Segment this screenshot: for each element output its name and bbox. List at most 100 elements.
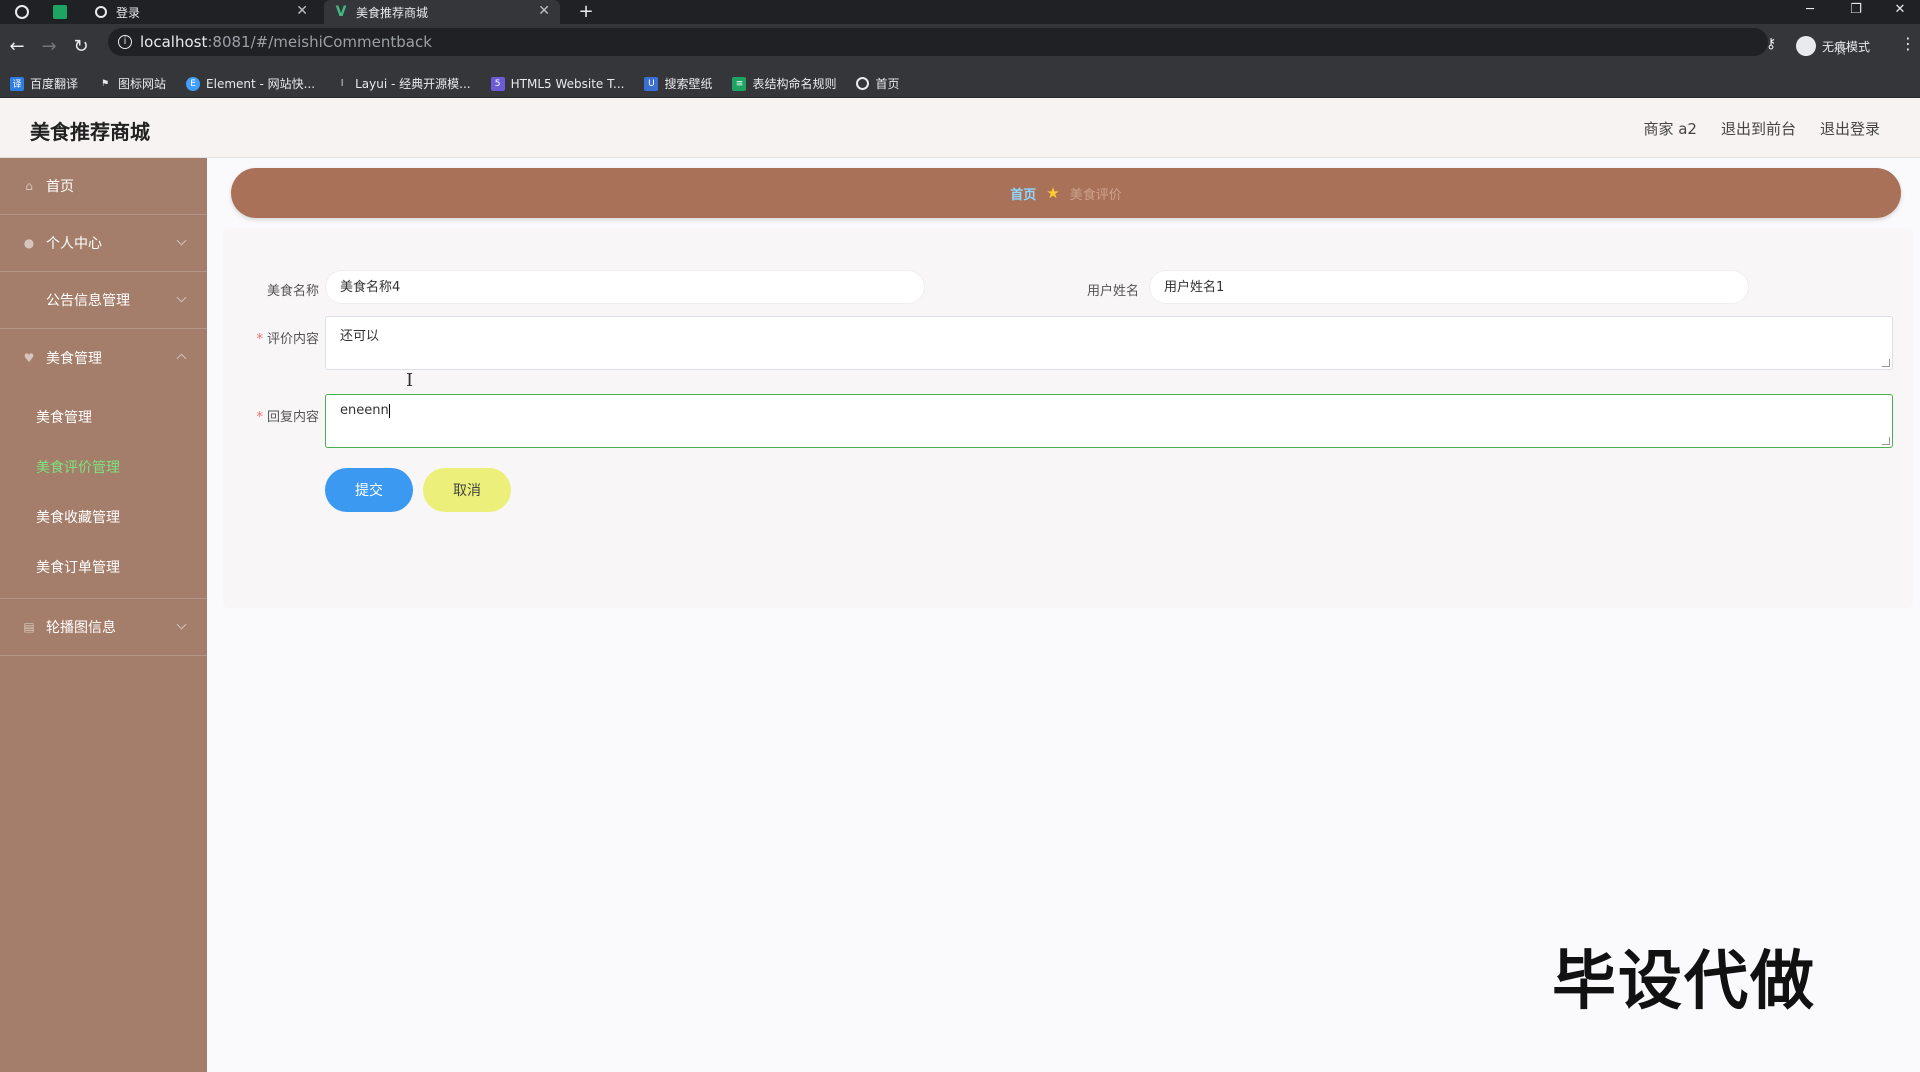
bookmark-item[interactable]: ⚑ 图标网站 <box>98 75 166 92</box>
incognito-label: 无痕模式 <box>1822 39 1871 54</box>
sidebar-item-carousel[interactable]: ▤ 轮播图信息 <box>0 599 207 656</box>
tab-login[interactable]: 登录 ✕ <box>84 0 318 24</box>
bookmark-label: 百度翻译 <box>30 77 79 91</box>
bookmark-item[interactable]: U 搜索壁纸 <box>644 75 712 92</box>
breadcrumb-current: 美食评价 <box>1069 187 1122 203</box>
reload-icon[interactable]: ↻ <box>68 34 94 60</box>
app-header: 美食推荐商城 商家 a2 退出到前台 退出登录 <box>0 98 1920 158</box>
chevron-down-icon <box>176 235 187 246</box>
notice-icon <box>22 293 36 307</box>
close-icon[interactable]: ✕ <box>538 3 550 19</box>
submenu-food-manage[interactable]: 美食管理 <box>0 392 207 442</box>
sidebar-item-home[interactable]: ⌂ 首页 <box>0 158 207 215</box>
reply-label: * 回复内容 <box>223 406 319 425</box>
browser-menu-icon[interactable]: ⋮ <box>1900 34 1916 53</box>
comment-label-text: 评价内容 <box>266 332 319 347</box>
sidebar-item-label: 个人中心 <box>46 236 102 252</box>
user-name-field[interactable]: 用户姓名1 <box>1149 270 1749 304</box>
home-icon: ⌂ <box>25 179 33 193</box>
carousel-icon: ▤ <box>23 620 35 634</box>
required-mark: * <box>256 410 263 425</box>
element-icon: E <box>186 76 201 91</box>
breadcrumb: 首页 ★ 美食评价 <box>231 168 1901 218</box>
food-name-label: 美食名称 <box>266 284 319 299</box>
close-window-icon[interactable]: ✕ <box>1880 0 1920 24</box>
text-caret <box>388 403 390 418</box>
chevron-down-icon <box>176 292 187 303</box>
sheet-icon: ≡ <box>732 76 747 91</box>
minimize-icon[interactable]: ─ <box>1790 0 1830 24</box>
globe-icon <box>94 5 108 19</box>
back-icon[interactable]: ← <box>4 34 30 60</box>
info-icon[interactable]: i <box>118 35 132 49</box>
pinned-tab-sheet[interactable] <box>48 0 72 24</box>
close-icon[interactable]: ✕ <box>296 3 308 19</box>
sidebar-item-label: 首页 <box>46 179 74 195</box>
user-icon: ● <box>23 236 35 250</box>
wallpaper-icon: U <box>644 76 659 91</box>
bookmark-item[interactable]: 译百度翻译 <box>10 75 78 92</box>
submenu-food-order[interactable]: 美食订单管理 <box>0 542 207 592</box>
submenu-label: 美食评价管理 <box>36 460 120 476</box>
incognito-icon <box>1796 36 1816 56</box>
sidebar: ⌂ 首页 ● 个人中心 公告信息管理 ♥ 美食管理 美食管理 美食评价管理 美食… <box>0 158 207 1072</box>
bookmark-item[interactable]: 5 HTML5 Website T... <box>490 76 624 91</box>
key-icon[interactable]: ⚷ <box>1766 36 1776 52</box>
food-icon: ♥ <box>23 350 35 365</box>
tab-active[interactable]: V 美食推荐商城 ✕ <box>324 0 560 24</box>
html5-icon: 5 <box>490 76 505 91</box>
bookmark-label: Layui - 经典开源模... <box>355 77 471 91</box>
food-name-field[interactable]: 美食名称4 <box>325 270 925 304</box>
watermark-text: 毕设代做 <box>1552 945 1816 1019</box>
layui-icon: l <box>340 78 344 89</box>
brand-title: 美食推荐商城 <box>30 120 150 144</box>
address-bar: ← → ↻ i localhost:8081/#/meishiCommentba… <box>0 24 1920 70</box>
bookmark-label: 表结构命名规则 <box>752 77 837 91</box>
logout-link[interactable]: 退出登录 <box>1820 118 1880 139</box>
submenu-label: 美食管理 <box>36 410 92 426</box>
url-field[interactable]: i localhost:8081/#/meishiCommentback ☆ <box>108 28 1848 59</box>
translate-icon: 译 <box>10 76 24 91</box>
to-front-link[interactable]: 退出到前台 <box>1721 118 1796 139</box>
bookmark-item[interactable]: l Layui - 经典开源模... <box>335 75 471 92</box>
comment-text: 还可以 <box>340 329 380 344</box>
bookmark-label: 搜索壁纸 <box>664 77 713 91</box>
comment-textarea[interactable]: 还可以 <box>325 316 1893 370</box>
reply-textarea[interactable]: eneenn <box>325 394 1893 448</box>
restore-icon[interactable]: ❐ <box>1836 0 1876 24</box>
incognito-indicator[interactable]: 无痕模式 <box>1796 36 1870 56</box>
bookmarks-bar: 译百度翻译 ⚑ 图标网站 E Element - 网站快... l Layui - 经… <box>0 70 1920 98</box>
bookmark-label: Element - 网站快... <box>206 77 316 91</box>
star-icon: ★ <box>1046 184 1060 202</box>
new-tab-button[interactable]: + <box>574 0 598 24</box>
sidebar-item-notice[interactable]: 公告信息管理 <box>0 272 207 329</box>
forward-icon[interactable]: → <box>36 34 62 60</box>
bookmark-item[interactable]: 首页 <box>856 75 900 92</box>
resize-handle[interactable] <box>1882 359 1890 367</box>
pinned-tab-globe[interactable] <box>10 0 34 24</box>
sidebar-item-food[interactable]: ♥ 美食管理 <box>0 329 207 386</box>
bookmark-item[interactable]: E Element - 网站快... <box>186 75 315 92</box>
chevron-up-icon <box>176 353 187 364</box>
tab-label: 美食推荐商城 <box>356 5 429 20</box>
resize-handle[interactable] <box>1882 437 1890 445</box>
cancel-button[interactable]: 取消 <box>423 468 511 512</box>
globe-icon <box>856 77 870 90</box>
browser-tab-bar: 登录 ✕ V 美食推荐商城 ✕ + ─ ❐ ✕ <box>0 0 1920 24</box>
bookmark-label: 图标网站 <box>118 77 167 91</box>
breadcrumb-home[interactable]: 首页 <box>1010 184 1036 203</box>
user-name-label: 用户姓名 <box>1086 284 1139 299</box>
bookmark-item[interactable]: ≡ 表结构命名规则 <box>732 75 836 92</box>
sheet-icon <box>53 5 67 19</box>
required-mark: * <box>256 332 263 347</box>
tab-label: 登录 <box>116 5 141 20</box>
submenu-food-comment[interactable]: 美食评价管理 <box>0 442 207 492</box>
food-submenu: 美食管理 美食评价管理 美食收藏管理 美食订单管理 <box>0 386 207 599</box>
submenu-food-favorite[interactable]: 美食收藏管理 <box>0 492 207 542</box>
submit-button[interactable]: 提交 <box>325 468 413 512</box>
vue-icon: V <box>335 4 347 20</box>
sidebar-item-profile[interactable]: ● 个人中心 <box>0 215 207 272</box>
comment-label: * 评价内容 <box>223 328 319 347</box>
bookmark-label: 首页 <box>875 77 900 91</box>
ibeam-cursor-icon: I <box>406 370 414 391</box>
